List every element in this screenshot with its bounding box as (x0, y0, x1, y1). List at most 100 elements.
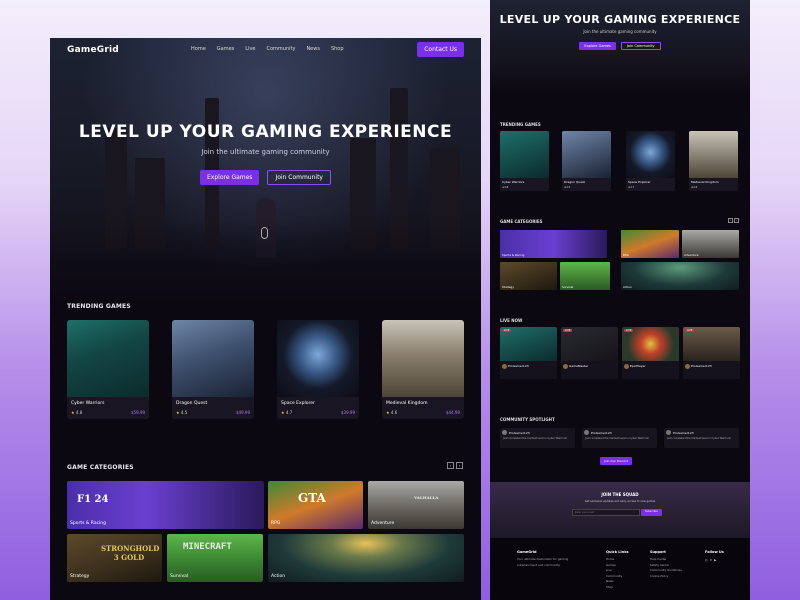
game-card-dragon-quest[interactable]: Dragon Quest ★ 4.5 $49.99 (172, 320, 254, 419)
game-title: Cyber Warriors (71, 401, 105, 406)
game-card-medieval-kingdom[interactable]: Medieval Kingdom ★ 4.6 $44.99 (382, 320, 464, 419)
brand-logo[interactable]: GameGrid (67, 45, 119, 55)
category-carousel-controls: ‹ › (447, 462, 463, 469)
chevron-left-icon[interactable]: ‹ (728, 218, 733, 223)
trending-cards: Cyber Warriors ★ 4.8 $59.99 Dragon Quest… (67, 320, 464, 419)
youtube-icon[interactable]: ▶ (714, 558, 716, 562)
join-squad-section: JOIN THE SQUAD Get exclusive updates and… (490, 482, 750, 538)
social-icons: ◎ ✕ ▶ (705, 558, 716, 562)
side-join-button[interactable]: Join Community (620, 42, 661, 50)
avatar (685, 364, 690, 369)
category-sports-racing[interactable]: F1 24 Sports & Racing (67, 481, 264, 529)
live-stream-card[interactable]: LIVE ProGamer123 (500, 327, 557, 379)
side-category-tile[interactable]: Action (621, 262, 739, 290)
nav-links: Home Games Live Community News Shop (191, 46, 344, 52)
footer-support-links: Help Center Safety Center Community Guid… (650, 557, 682, 578)
category-adventure[interactable]: VALHALLA Adventure (368, 481, 464, 529)
category-rpg[interactable]: GTA RPG (268, 481, 363, 529)
star-icon: ★ (386, 410, 390, 415)
game-price: $49.99 (236, 410, 250, 415)
game-art (277, 320, 359, 397)
squad-title: JOIN THE SQUAD (601, 492, 639, 497)
category-art-text: F1 24 (77, 494, 109, 505)
live-badge: LIVE (685, 329, 695, 332)
footer-tagline: Your ultimate destination for gaming ent… (517, 557, 569, 567)
category-label: Sports & Racing (70, 521, 107, 526)
chevron-right-icon[interactable]: › (734, 218, 739, 223)
footer-follow-title: Follow Us (705, 550, 724, 554)
game-price: $39.99 (341, 410, 355, 415)
side-hero-title: LEVEL UP YOUR GAMING EXPERIENCE (499, 13, 741, 26)
nav-live[interactable]: Live (245, 46, 255, 52)
instagram-icon[interactable]: ◎ (705, 558, 708, 562)
side-game-card[interactable]: Medieval Kingdom ★4.6 (689, 131, 738, 191)
game-price: $44.99 (446, 410, 460, 415)
game-art (172, 320, 254, 397)
game-title: Dragon Quest (176, 401, 208, 406)
live-stream-card[interactable]: LIVE EpicPlayer (622, 327, 679, 379)
side-category-tile[interactable]: RPG (621, 230, 679, 258)
side-category-controls: ‹ › (728, 218, 739, 223)
join-discord-button[interactable]: Join Our Discord (600, 457, 633, 465)
avatar (563, 364, 568, 369)
chevron-left-icon[interactable]: ‹ (447, 462, 454, 469)
spotlight-post[interactable]: ProGamer123 Just completed the hardest l… (582, 428, 657, 448)
star-icon: ★ (71, 410, 75, 415)
main-page-preview: GameGrid Home Games Live Community News … (50, 38, 481, 600)
nav-shop[interactable]: Shop (331, 46, 344, 52)
live-stream-card[interactable]: LIVE GameMaster (561, 327, 618, 379)
spotlight-post[interactable]: ProGamer123 Just completed the hardest l… (500, 428, 575, 448)
email-input[interactable] (572, 509, 640, 516)
nav-news[interactable]: News (306, 46, 320, 52)
category-art-text: GTA (298, 491, 326, 505)
hero-title: LEVEL UP YOUR GAMING EXPERIENCE (78, 122, 453, 142)
spotlight-post[interactable]: ProGamer123 Just completed the hardest l… (664, 428, 739, 448)
category-art-text: STRONGHOLD 3 GOLD (101, 544, 160, 562)
side-game-card[interactable]: Space Explorer ★4.7 (626, 131, 675, 191)
x-icon[interactable]: ✕ (710, 558, 713, 562)
footer-quick-links: Home Games Live Community News Shop (606, 557, 623, 589)
category-label: Strategy (70, 574, 90, 579)
footer-brand: GameGrid (517, 550, 537, 554)
game-card-space-explorer[interactable]: Space Explorer ★ 4.7 $39.99 (277, 320, 359, 419)
star-icon: ★ (176, 410, 180, 415)
subscribe-button[interactable]: Subscribe (641, 509, 662, 516)
category-strategy[interactable]: STRONGHOLD 3 GOLD Strategy (67, 534, 162, 582)
avatar (502, 364, 507, 369)
chevron-right-icon[interactable]: › (456, 462, 463, 469)
avatar (584, 430, 589, 435)
game-art (67, 320, 149, 397)
game-rating: ★ 4.5 (176, 410, 188, 415)
squad-text: Get exclusive updates and early access t… (584, 500, 656, 503)
side-category-tile[interactable]: Adventure (682, 230, 739, 258)
avatar (666, 430, 671, 435)
live-stream-card[interactable]: LIVE ProGamer123 (683, 327, 740, 379)
side-game-card[interactable]: Dragon Quest ★4.5 (562, 131, 611, 191)
nav-home[interactable]: Home (191, 46, 206, 52)
contact-button[interactable]: Contact Us (417, 42, 464, 57)
side-spotlight-title: COMMUNITY SPOTLIGHT (500, 417, 555, 422)
category-action[interactable]: Action (268, 534, 464, 582)
game-card-cyber-warriors[interactable]: Cyber Warriors ★ 4.8 $59.99 (67, 320, 149, 419)
category-label: Adventure (371, 521, 395, 526)
game-title: Medieval Kingdom (386, 401, 428, 406)
side-category-tile[interactable]: Survival (560, 262, 610, 290)
footer: GameGrid Your ultimate destination for g… (490, 538, 750, 600)
side-category-tile[interactable]: Sports & Racing (500, 230, 607, 258)
nav-community[interactable]: Community (266, 46, 295, 52)
live-badge: LIVE (624, 329, 634, 332)
game-title: Space Explorer (281, 401, 315, 406)
side-explore-button[interactable]: Explore Games (579, 42, 616, 50)
side-category-tile[interactable]: Strategy (500, 262, 557, 290)
explore-games-button[interactable]: Explore Games (200, 170, 260, 185)
category-survival[interactable]: MINECRAFT Survival (167, 534, 263, 582)
category-label: RPG (271, 521, 281, 526)
category-label: Action (271, 574, 286, 579)
star-icon: ★ (281, 410, 285, 415)
join-community-button[interactable]: Join Community (267, 170, 331, 185)
game-rating: ★ 4.6 (386, 410, 398, 415)
nav-games[interactable]: Games (217, 46, 235, 52)
side-hero-subtitle: Join the ultimate gaming community (583, 29, 657, 34)
avatar (624, 364, 629, 369)
side-game-card[interactable]: Cyber Warriors ★4.8 (500, 131, 549, 191)
